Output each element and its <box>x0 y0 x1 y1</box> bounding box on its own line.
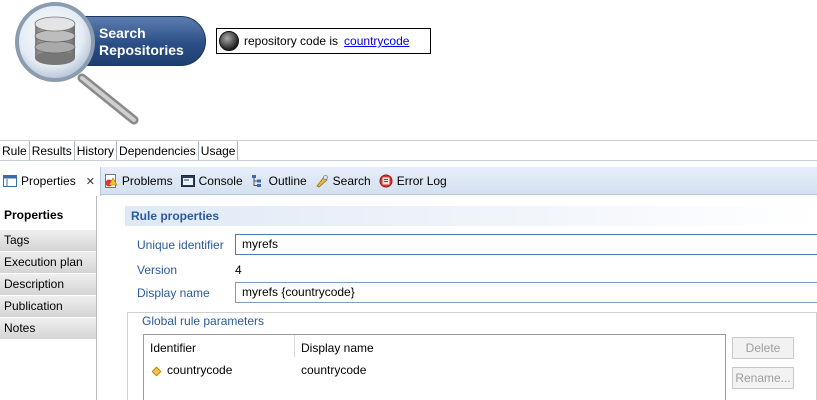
tab-usage[interactable]: Usage <box>199 141 239 160</box>
rule-properties-panel: Rule properties Unique identifier myrefs… <box>97 196 817 400</box>
global-params-table[interactable]: Identifier Display name countrycode coun… <box>143 334 726 400</box>
condition-node[interactable]: repository code is countrycode <box>216 28 431 54</box>
view-tab-label: Problems <box>121 173 173 188</box>
outline-icon <box>251 174 261 187</box>
column-divider[interactable] <box>294 335 295 357</box>
parameter-icon <box>151 366 162 377</box>
sidebar-item-tags[interactable]: Tags <box>0 230 96 252</box>
search-database-icon <box>15 2 139 125</box>
display-name-input[interactable]: myrefs {countrycode} <box>235 282 817 303</box>
global-params-title: Global rule parameters <box>142 314 265 328</box>
tab-dependencies[interactable]: Dependencies <box>117 141 199 160</box>
condition-text: repository code is <box>244 34 339 48</box>
view-tab-console[interactable]: Console <box>178 167 248 195</box>
view-tab-error-log[interactable]: Error Log <box>376 167 452 195</box>
close-icon[interactable]: ✕ <box>86 175 95 188</box>
param-identifier-cell[interactable]: countrycode <box>167 363 232 377</box>
section-header: Rule properties <box>125 206 817 226</box>
error-log-icon <box>379 174 393 187</box>
view-tab-outline[interactable]: Outline <box>248 167 312 195</box>
column-header-identifier[interactable]: Identifier <box>150 341 196 355</box>
param-display-name-cell[interactable]: countrycode <box>301 363 366 377</box>
view-tab-label: Properties <box>21 174 76 188</box>
sidebar-item-execution-plan[interactable]: Execution plan <box>0 252 96 274</box>
version-value: 4 <box>235 263 242 277</box>
view-tab-label: Outline <box>268 173 307 188</box>
view-tab-problems[interactable]: Problems <box>101 167 178 195</box>
sidebar-item-publication[interactable]: Publication <box>0 296 96 318</box>
sidebar-item-properties[interactable]: Properties <box>0 196 96 230</box>
console-icon <box>180 174 195 187</box>
view-tab-label: Search <box>332 173 371 188</box>
tab-results[interactable]: Results <box>30 141 75 160</box>
sidebar-item-notes[interactable]: Notes <box>0 318 96 340</box>
properties-icon <box>3 175 17 187</box>
delete-button[interactable]: Delete <box>732 337 794 359</box>
unique-identifier-label: Unique identifier <box>137 238 224 252</box>
condition-bullet-icon <box>219 31 239 51</box>
view-tab-label: Error Log <box>396 173 447 188</box>
display-name-label: Display name <box>137 286 210 300</box>
view-tab-properties[interactable]: Properties ✕ <box>0 166 101 196</box>
view-tab-label: Console <box>198 173 243 188</box>
view-tab-bar: Properties ✕ Problems Console Outline Se… <box>0 166 817 196</box>
problems-icon <box>104 173 118 188</box>
search-icon <box>316 174 328 187</box>
properties-sidebar: Properties Tags Execution plan Descripti… <box>0 196 97 400</box>
editor-tab-bar: Rule Results History Dependencies Usage <box>0 140 817 161</box>
tab-rule[interactable]: Rule <box>0 141 30 160</box>
view-tab-search[interactable]: Search <box>312 167 376 195</box>
unique-identifier-input[interactable]: myrefs <box>235 234 817 255</box>
rename-button[interactable]: Rename... <box>732 367 794 389</box>
column-header-display-name[interactable]: Display name <box>301 341 374 355</box>
rule-diagram: Search Repositories repository code is c… <box>0 0 817 140</box>
version-label: Version <box>137 263 178 277</box>
tab-history[interactable]: History <box>75 141 118 160</box>
sidebar-item-description[interactable]: Description <box>0 274 96 296</box>
condition-link[interactable]: countrycode <box>344 34 409 48</box>
